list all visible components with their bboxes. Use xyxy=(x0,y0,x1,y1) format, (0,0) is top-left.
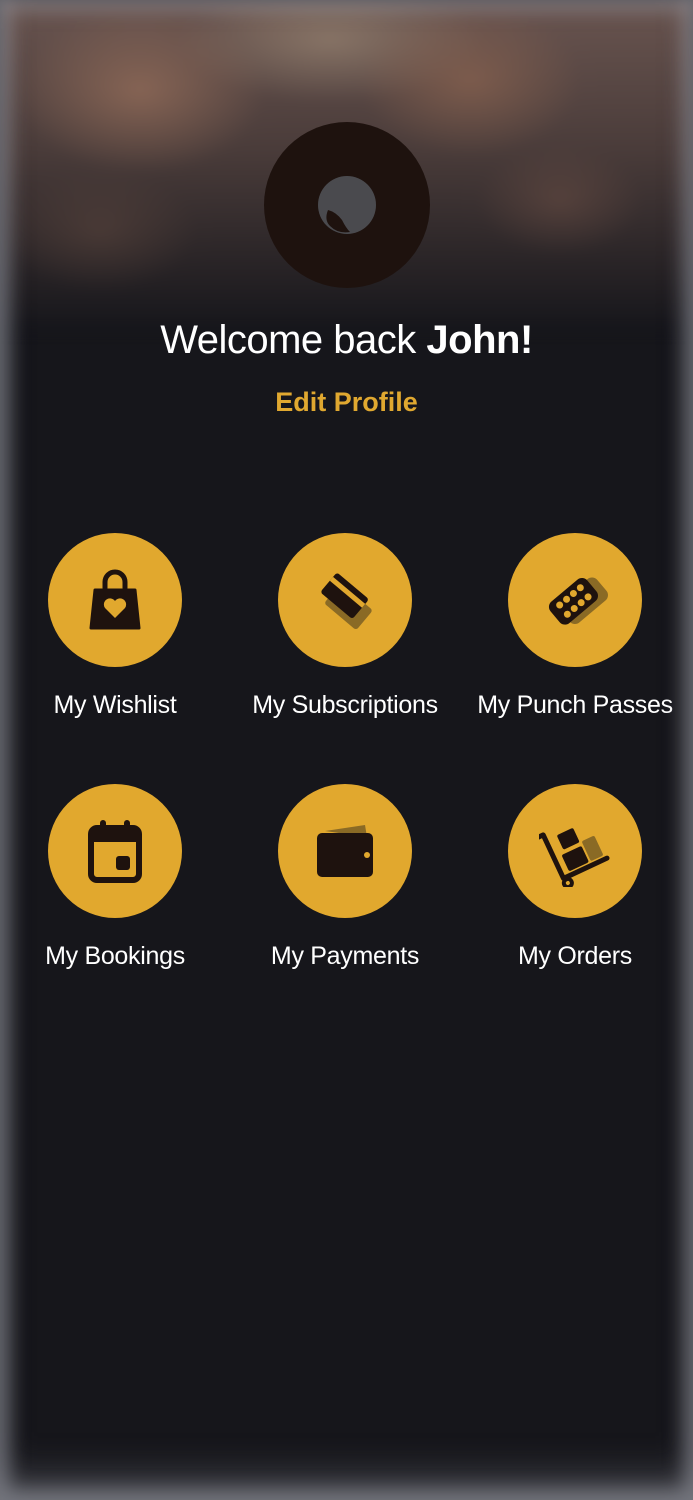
welcome-text: Welcome back xyxy=(160,318,427,362)
menu-tile-orders[interactable]: My Orders xyxy=(460,784,690,971)
menu-item-label: My Bookings xyxy=(45,942,185,970)
bookings-button[interactable] xyxy=(48,784,182,918)
wishlist-button[interactable] xyxy=(48,533,182,667)
menu-tile-punch-passes[interactable]: My Punch Passes xyxy=(460,533,690,720)
menu-item-label: My Punch Passes xyxy=(477,691,673,719)
menu-item-label: My Wishlist xyxy=(53,691,177,719)
menu-tile-subscriptions[interactable]: My Subscriptions xyxy=(230,533,460,720)
menu-item-label: My Subscriptions xyxy=(252,691,438,719)
edit-profile-link[interactable]: Edit Profile xyxy=(0,387,693,418)
menu-item-label: My Orders xyxy=(518,942,632,970)
punch-card-icon xyxy=(548,577,608,625)
avatar[interactable] xyxy=(264,122,430,288)
profile-screen: Welcome back John! Edit Profile My Wishl… xyxy=(0,0,693,1500)
menu-tile-payments[interactable]: My Payments xyxy=(230,784,460,971)
subscriptions-button[interactable] xyxy=(278,533,412,667)
hand-truck-icon xyxy=(539,828,610,887)
user-name: John! xyxy=(426,318,533,362)
calendar-icon xyxy=(88,820,142,883)
punch-passes-button[interactable] xyxy=(508,533,642,667)
menu-item-label: My Payments xyxy=(270,942,420,970)
shopping-bag-heart-icon xyxy=(89,569,141,630)
orders-button[interactable] xyxy=(508,784,642,918)
menu-tile-bookings[interactable]: My Bookings xyxy=(0,784,230,971)
user-avatar-icon xyxy=(318,176,376,234)
welcome-heading: Welcome back John! xyxy=(0,318,693,363)
cards-icon xyxy=(321,573,372,630)
menu-tile-wishlist[interactable]: My Wishlist xyxy=(0,533,230,720)
wallet-icon xyxy=(317,825,373,877)
payments-button[interactable] xyxy=(278,784,412,918)
